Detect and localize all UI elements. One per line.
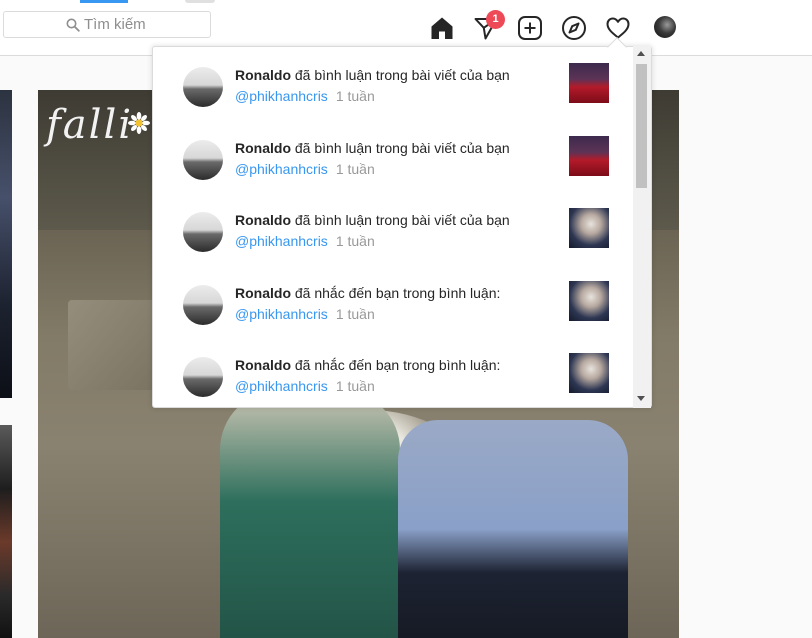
notification-item[interactable]: Ronaldo đã nhắc đến bạn trong bình luận:… [153, 337, 635, 407]
notification-time: 1 tuần [335, 88, 375, 104]
notification-post-thumbnail[interactable] [569, 281, 609, 321]
notification-username[interactable]: Ronaldo [235, 140, 291, 156]
notification-post-thumbnail[interactable] [569, 208, 609, 248]
notification-time: 1 tuần [335, 161, 375, 177]
notification-mention[interactable]: @phikhanhcris [235, 306, 328, 322]
feed-story-image-partial [0, 90, 12, 398]
notification-username[interactable]: Ronaldo [235, 357, 291, 373]
notification-action: đã nhắc đến bạn trong bình luận: [294, 285, 501, 301]
notification-mention[interactable]: @phikhanhcris [235, 378, 328, 394]
photo-garden [68, 300, 158, 390]
notification-item[interactable]: Ronaldo đã bình luận trong bài viết của … [153, 120, 635, 192]
photo-person-blue-shirt [398, 420, 628, 638]
notification-avatar[interactable] [183, 67, 223, 107]
search-box[interactable] [3, 11, 211, 38]
scroll-down-arrow-icon[interactable] [637, 396, 645, 402]
notification-time: 1 tuần [335, 306, 375, 322]
notification-avatar[interactable] [183, 140, 223, 180]
notification-text: Ronaldo đã nhắc đến bạn trong bình luận:… [235, 355, 565, 397]
photo-person-green-dress [220, 390, 400, 638]
top-accent-line [80, 0, 128, 3]
notification-text: Ronaldo đã bình luận trong bài viết của … [235, 138, 565, 180]
notification-username[interactable]: Ronaldo [235, 212, 291, 228]
activity-dropdown: Ronaldo đã bình luận trong bài viết của … [152, 46, 652, 408]
notification-post-thumbnail[interactable] [569, 136, 609, 176]
notification-avatar[interactable] [183, 212, 223, 252]
top-accent-shape [185, 0, 215, 3]
notification-action: đã bình luận trong bài viết của bạn [294, 67, 510, 83]
photo-overlay-text: falli [46, 102, 134, 148]
search-icon [66, 18, 80, 32]
notification-post-thumbnail[interactable] [569, 353, 609, 393]
notification-action: đã nhắc đến bạn trong bình luận: [294, 357, 501, 373]
notification-item[interactable]: Ronaldo đã nhắc đến bạn trong bình luận:… [153, 265, 635, 337]
scroll-up-arrow-icon[interactable] [637, 50, 645, 56]
search-input[interactable] [84, 15, 204, 34]
notification-time: 1 tuần [335, 378, 375, 394]
notification-text: Ronaldo đã bình luận trong bài viết của … [235, 210, 565, 252]
notification-mention[interactable]: @phikhanhcris [235, 88, 328, 104]
notification-text: Ronaldo đã bình luận trong bài viết của … [235, 65, 565, 107]
profile-avatar[interactable] [654, 16, 676, 38]
notification-time: 1 tuần [335, 233, 375, 249]
notification-avatar[interactable] [183, 357, 223, 397]
scrollbar-thumb[interactable] [636, 64, 647, 188]
notification-username[interactable]: Ronaldo [235, 285, 291, 301]
notification-mention[interactable]: @phikhanhcris [235, 161, 328, 177]
notification-action: đã bình luận trong bài viết của bạn [294, 212, 510, 228]
new-post-icon[interactable] [517, 15, 543, 41]
notification-item[interactable]: Ronaldo đã bình luận trong bài viết của … [153, 47, 635, 119]
notification-action: đã bình luận trong bài viết của bạn [294, 140, 510, 156]
notification-item[interactable]: Ronaldo đã bình luận trong bài viết của … [153, 192, 635, 264]
notification-post-thumbnail[interactable] [569, 63, 609, 103]
feed-story-image-partial [0, 425, 12, 638]
home-icon[interactable] [429, 15, 455, 41]
notification-text: Ronaldo đã nhắc đến bạn trong bình luận:… [235, 283, 565, 325]
direct-unread-badge: 1 [486, 10, 505, 29]
explore-icon[interactable] [561, 15, 587, 41]
notification-username[interactable]: Ronaldo [235, 67, 291, 83]
daisy-flower-icon [128, 112, 150, 134]
activity-heart-icon[interactable] [605, 15, 631, 41]
notification-avatar[interactable] [183, 285, 223, 325]
notification-mention[interactable]: @phikhanhcris [235, 233, 328, 249]
